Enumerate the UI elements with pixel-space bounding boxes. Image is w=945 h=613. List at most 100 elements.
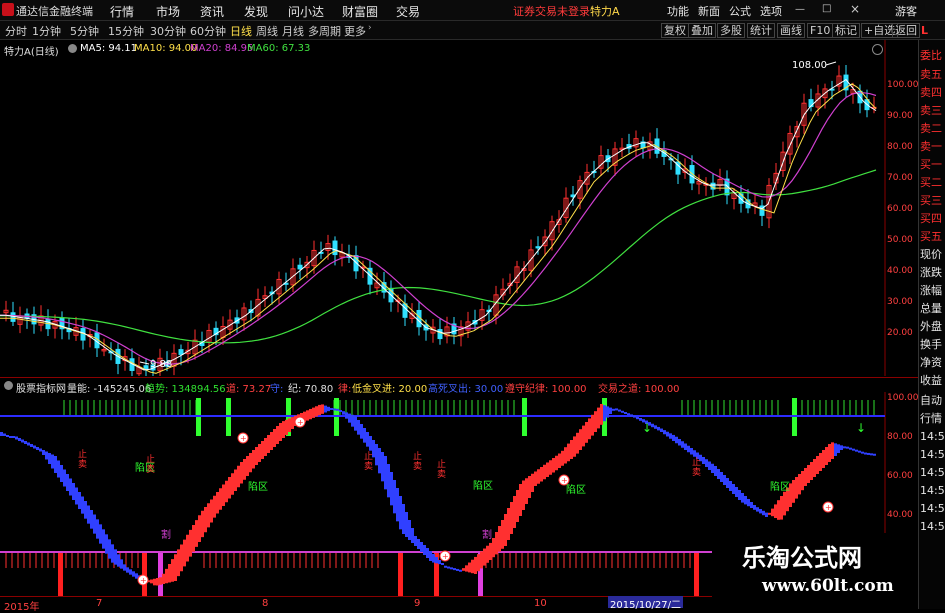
minimize-icon[interactable]: — (795, 4, 805, 15)
period-1min[interactable]: 1分钟 (32, 23, 61, 39)
ribbon-segment (18, 438, 21, 441)
tool-fanhui[interactable]: 返回 (892, 23, 920, 38)
ribbon-segment (795, 477, 798, 499)
ribbon-segment (87, 505, 90, 524)
ribbon-segment (234, 469, 237, 491)
period-5min[interactable]: 5分钟 (70, 23, 99, 39)
chevron-right-icon[interactable]: › (368, 23, 372, 33)
ribbon-segment (747, 499, 750, 507)
ribbon-segment (780, 496, 783, 520)
tool-duogu[interactable]: 多股 (717, 23, 745, 38)
menu-zixun[interactable]: 资讯 (200, 3, 224, 20)
ribbon-segment (78, 492, 81, 509)
ribbon-segment (405, 512, 408, 537)
ribbon-segment (870, 453, 873, 456)
ribbon-segment (246, 456, 249, 476)
ribbon-segment (438, 560, 441, 565)
period-15min[interactable]: 15分钟 (108, 23, 144, 39)
period-monthly[interactable]: 月线 (282, 23, 304, 39)
ribbon-segment (594, 411, 597, 432)
date-tick: 10 (534, 598, 547, 609)
ribbon-segment (507, 508, 510, 540)
guest-label[interactable]: 游客 (895, 3, 917, 19)
ribbon-segment (12, 436, 15, 438)
period-multi[interactable]: 多周期 (308, 23, 341, 39)
menu-faxian[interactable]: 发现 (244, 3, 268, 20)
ribbon-segment (762, 510, 765, 516)
candle-body (10, 312, 16, 322)
candle-body (535, 246, 541, 249)
ribbon-segment (732, 484, 735, 494)
ribbon-segment (462, 568, 465, 571)
y-tick: 60.00 (887, 204, 913, 214)
tool-huaxian[interactable]: 画线 (777, 23, 805, 38)
quote-hangqing[interactable]: 行情 (920, 410, 942, 426)
ribbon-segment (198, 515, 201, 542)
close-icon[interactable]: × (850, 2, 860, 16)
ribbon-segment (825, 447, 828, 465)
ribbon-segment (558, 453, 561, 468)
ribbon-segment (336, 408, 339, 411)
quote-waipan: 外盘 (920, 320, 942, 333)
menu-gongneng[interactable]: 功能 (667, 3, 689, 19)
ribbon-segment (375, 444, 378, 466)
ribbon-segment (363, 428, 366, 443)
y-tick: 70.00 (887, 173, 913, 183)
period-60min[interactable]: 60分钟 (190, 23, 226, 39)
ribbon-segment (387, 464, 390, 498)
ribbon-segment (672, 434, 675, 441)
tool-f10[interactable]: F10 (807, 23, 834, 38)
menu-caifuquan[interactable]: 财富圈 (342, 3, 378, 20)
ribbon-segment (75, 487, 78, 505)
menu-wenxiaoda[interactable]: 问小达 (288, 3, 324, 20)
tool-fuquan[interactable]: 复权 (661, 23, 689, 38)
ribbon-segment (831, 442, 834, 459)
ribbon-segment (489, 542, 492, 560)
login-status[interactable]: 证券交易未登录 (513, 3, 590, 19)
red-signal-bar (58, 552, 63, 596)
tool-biaoji[interactable]: 标记 (832, 23, 860, 38)
ribbon-segment (390, 472, 393, 506)
zone-label: 陷区 (248, 482, 268, 493)
ribbon-segment (858, 450, 861, 453)
ribbon-segment (678, 439, 681, 446)
menu-shichang[interactable]: 市场 (156, 3, 180, 20)
high-price-label: 108.00 (792, 60, 827, 71)
ribbon-segment (225, 480, 228, 503)
ribbon-segment (252, 450, 255, 469)
ribbon-segment (108, 539, 111, 559)
ribbon-segment (654, 425, 657, 429)
menu-xuanxiang[interactable]: 选项 (760, 3, 782, 19)
period-more[interactable]: 更多 (344, 23, 366, 39)
ribbon-segment (576, 432, 579, 454)
quote-auto[interactable]: 自动 (920, 392, 942, 408)
sell-marker: 止卖 (437, 460, 447, 480)
ribbon-segment (111, 544, 114, 563)
ribbon-segment (546, 462, 549, 477)
menu-jiaoyi[interactable]: 交易 (396, 3, 420, 20)
period-fenshi[interactable]: 分时 (5, 23, 27, 39)
ribbon-segment (327, 406, 330, 412)
period-30min[interactable]: 30分钟 (150, 23, 186, 39)
ribbon-segment (48, 453, 51, 464)
indicator-gear-icon[interactable] (4, 381, 13, 390)
ribbon-segment (630, 414, 633, 417)
ribbon-segment (477, 554, 480, 572)
ribbon-segment (195, 520, 198, 547)
menu-xinmian[interactable]: 新面 (698, 3, 720, 19)
ribbon-segment (516, 490, 519, 522)
period-weekly[interactable]: 周线 (256, 23, 278, 39)
candle-body (178, 349, 184, 355)
ribbon-segment (411, 528, 414, 543)
menu-gongshi[interactable]: 公式 (729, 3, 751, 19)
period-daily[interactable]: 日线 (230, 23, 252, 39)
ribbon-segment (861, 451, 864, 454)
menu-hangqing[interactable]: 行情 (110, 3, 134, 20)
quote-xianjia: 现价 (920, 248, 942, 261)
ribbon-segment (129, 569, 132, 575)
kline-chart[interactable]: 108.00 9.88 (0, 40, 886, 376)
tool-tongji[interactable]: 统计 (747, 23, 775, 38)
tool-diejia[interactable]: 叠加 (688, 23, 716, 38)
maximize-icon[interactable]: □ (822, 3, 831, 14)
ribbon-segment (522, 480, 525, 510)
